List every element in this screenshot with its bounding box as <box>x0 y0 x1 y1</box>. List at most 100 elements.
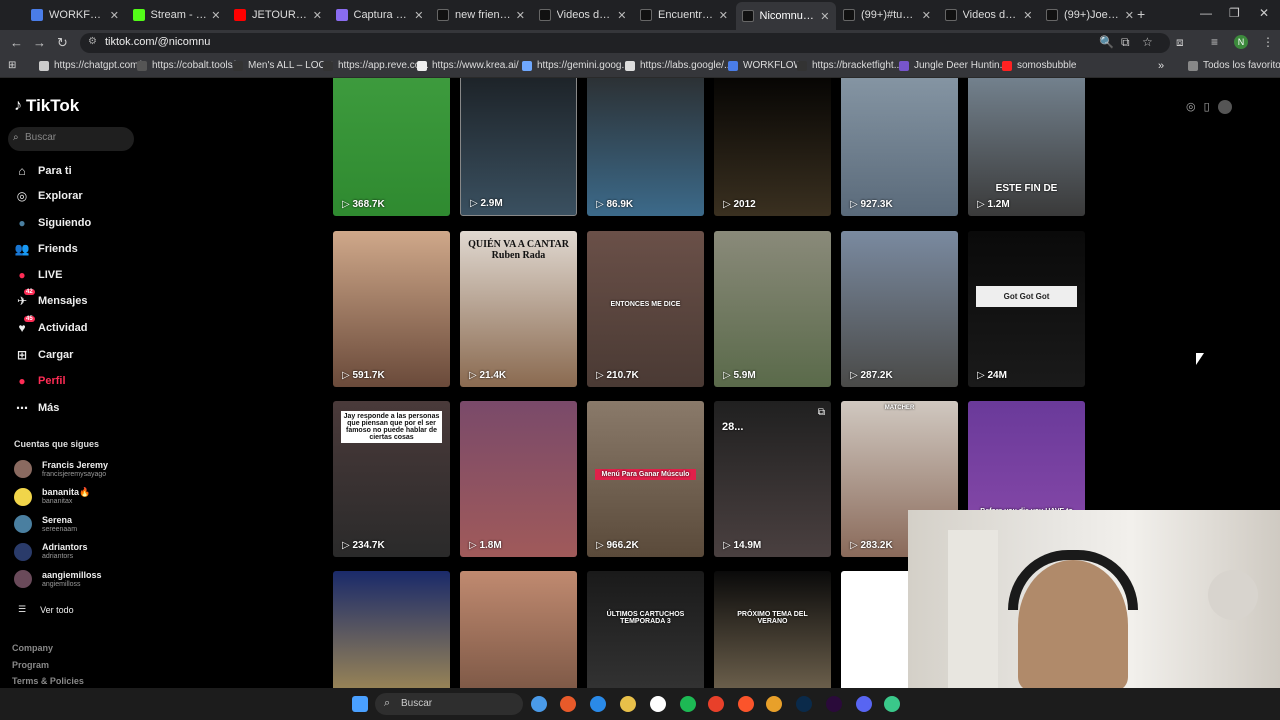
sidebar-item-siguiendo[interactable]: ● Siguiendo <box>14 213 91 233</box>
site-info-icon[interactable]: ⚙ <box>88 36 97 47</box>
new-tab-icon[interactable]: + <box>1137 6 1145 22</box>
video-thumbnail[interactable] <box>460 571 577 688</box>
footer-link[interactable]: Terms & Policies <box>12 676 84 686</box>
extensions-icon[interactable]: ⧈ <box>1176 35 1184 50</box>
taskbar-app-icon[interactable] <box>796 696 812 712</box>
browser-tab[interactable]: (99+)Joe Papi ✕ <box>1040 4 1140 26</box>
browser-tab[interactable]: (99+)#tussiwa ✕ <box>837 4 937 26</box>
taskbar-app-icon[interactable] <box>708 696 724 712</box>
bookmark-item[interactable]: https://gemini.goog... <box>522 60 630 71</box>
video-thumbnail[interactable]: ▷ 591.7K <box>333 231 450 387</box>
following-account[interactable]: bananita🔥 bananitax <box>14 486 90 508</box>
video-thumbnail[interactable]: Solo unos cuantos se acordarán de este p… <box>333 78 450 216</box>
browser-tab[interactable]: Videos de use✕ <box>533 4 633 26</box>
taskbar-app-icon[interactable] <box>884 696 900 712</box>
taskbar-app-icon[interactable] <box>590 696 606 712</box>
sidebar-item-cargar[interactable]: ⊞ Cargar <box>14 345 74 365</box>
bookmark-item[interactable]: https://labs.google/... <box>625 60 732 71</box>
sidebar-item-más[interactable]: ⋯ Más <box>14 398 59 418</box>
sidebar-item-para-ti[interactable]: ⌂ Para ti <box>14 161 71 181</box>
sidebar-item-friends[interactable]: 👥 Friends <box>14 239 78 259</box>
taskbar-app-icon[interactable] <box>680 696 696 712</box>
taskbar-search[interactable]: ⌕ Buscar <box>375 693 523 715</box>
profile-avatar[interactable]: N <box>1234 35 1248 49</box>
tiktok-logo[interactable]: ♪ TikTok <box>14 96 79 116</box>
sidebar-item-live[interactable]: ● LIVE <box>14 265 62 285</box>
video-thumbnail[interactable]: ESTE FIN DE ▷ 1.2M <box>968 78 1085 216</box>
browser-tab[interactable]: Encuentra 'sos ✕ <box>634 4 734 26</box>
reload-icon[interactable]: ↻ <box>57 35 68 51</box>
taskbar-app-icon[interactable] <box>738 696 754 712</box>
close-tab-icon[interactable]: ✕ <box>211 9 220 22</box>
zoom-icon[interactable]: 🔍 <box>1099 35 1114 49</box>
browser-tab[interactable]: new friend @ ✕ <box>431 4 531 26</box>
close-tab-icon[interactable]: ✕ <box>922 9 931 22</box>
taskbar-app-icon[interactable] <box>766 696 782 712</box>
video-thumbnail[interactable]: ▷ 2012 <box>714 78 831 216</box>
bookmark-item[interactable]: Jungle Deer Huntin... <box>899 60 1008 71</box>
bookmark-item[interactable]: https://app.reve.co... <box>323 60 429 71</box>
close-tab-icon[interactable]: ✕ <box>1023 9 1032 22</box>
taskbar-app-icon[interactable] <box>826 696 842 712</box>
see-all-button[interactable]: ☰ Ver todo <box>18 604 74 615</box>
video-thumbnail[interactable]: ▷ 5.9M <box>714 231 831 387</box>
video-thumbnail[interactable]: 28... ▷ 14.9M ⧉ <box>714 401 831 557</box>
video-thumbnail[interactable]: PRÓXIMO TEMA DEL VERANO <box>714 571 831 688</box>
bookmark-item[interactable]: https://bracketfight... <box>797 60 902 71</box>
video-thumbnail[interactable] <box>333 571 450 688</box>
video-thumbnail[interactable]: NO SE PUDO▷ 86.9K <box>587 78 704 216</box>
taskbar-app-icon[interactable] <box>650 696 666 712</box>
bookmark-item[interactable]: https://chatgpt.com/ <box>39 60 141 71</box>
close-tab-icon[interactable]: ✕ <box>719 9 728 22</box>
bookmark-item[interactable]: somosbubble <box>1002 60 1076 71</box>
video-thumbnail[interactable]: Jay responde a las personas que piensan … <box>333 401 450 557</box>
following-account[interactable]: Serena sereenaam <box>14 513 77 535</box>
device-icon[interactable]: ▯ <box>1204 100 1210 114</box>
video-thumbnail[interactable]: ▷ 287.2K <box>841 231 958 387</box>
browser-tab[interactable]: WORKFLOW - ✕ <box>25 4 125 26</box>
more-bookmarks-icon[interactable]: » <box>1158 60 1164 72</box>
browser-tab[interactable]: Videos de Zev✕ <box>939 4 1039 26</box>
video-thumbnail[interactable]: Got Got Got ▷ 24M <box>968 231 1085 387</box>
video-thumbnail[interactable]: Menú Para Ganar Músculo ▷ 966.2K <box>587 401 704 557</box>
video-thumbnail[interactable]: ENTONCES ME DICE ▷ 210.7K <box>587 231 704 387</box>
close-tab-icon[interactable]: ✕ <box>820 10 829 23</box>
minimize-icon[interactable]: — <box>1200 6 1212 20</box>
apps-icon[interactable]: ⊞ <box>8 60 16 71</box>
compass-icon[interactable]: ◎ <box>1186 100 1196 114</box>
following-account[interactable]: Adriantors adriantors <box>14 541 88 563</box>
bookmark-star-icon[interactable]: ☆ <box>1142 35 1153 49</box>
sidebar-item-actividad[interactable]: ♥ 45 Actividad <box>14 316 88 338</box>
bookmark-item[interactable]: Men's ALL – LOOT <box>233 60 332 71</box>
browser-tab[interactable]: Captura de pa✕ <box>330 4 430 26</box>
back-icon[interactable]: ← <box>10 35 23 50</box>
video-thumbnail[interactable]: umingle...▷ 2.9M <box>460 78 577 216</box>
following-account[interactable]: aangiemilloss angiemilloss <box>14 568 102 590</box>
taskbar-app-icon[interactable] <box>856 696 872 712</box>
bookmark-item[interactable]: https://www.krea.ai/ <box>417 60 519 71</box>
media-icon[interactable]: ≡ <box>1211 35 1218 49</box>
browser-tab[interactable]: JETOUR | LipiT ✕ <box>228 4 328 26</box>
close-tab-icon[interactable]: ✕ <box>313 9 322 22</box>
video-thumbnail[interactable]: ▷ 927.3K <box>841 78 958 216</box>
search-input[interactable]: ⌕ Buscar <box>8 127 134 151</box>
bookmark-item[interactable]: https://cobalt.tools/ <box>137 60 235 71</box>
video-thumbnail[interactable]: ▷ 1.8M <box>460 401 577 557</box>
sidebar-item-explorar[interactable]: ◎ Explorar <box>14 186 83 206</box>
close-tab-icon[interactable]: ✕ <box>110 9 119 22</box>
video-thumbnail[interactable]: ÚLTIMOS CARTUCHOS TEMPORADA 3 <box>587 571 704 688</box>
sidebar-item-mensajes[interactable]: ✈ 42 Mensajes <box>14 289 88 311</box>
windows-start-icon[interactable] <box>352 696 368 712</box>
taskbar-app-icon[interactable] <box>620 696 636 712</box>
browser-tab[interactable]: Stream - Kick✕ <box>127 4 227 26</box>
close-window-icon[interactable]: ✕ <box>1259 6 1269 20</box>
close-tab-icon[interactable]: ✕ <box>1125 9 1134 22</box>
menu-icon[interactable]: ⋮ <box>1262 35 1274 49</box>
following-account[interactable]: Francis Jeremy francisjeremysayago <box>14 458 108 480</box>
taskbar-app-icon[interactable] <box>560 696 576 712</box>
footer-link[interactable]: Program <box>12 660 49 670</box>
url-input[interactable]: ⚙ tiktok.com/@nicomnu <box>80 33 1170 53</box>
taskbar-app-icon[interactable] <box>531 696 547 712</box>
browser-tab[interactable]: Nicomnu (@ni✕ <box>735 2 836 30</box>
footer-link[interactable]: Company <box>12 643 53 653</box>
